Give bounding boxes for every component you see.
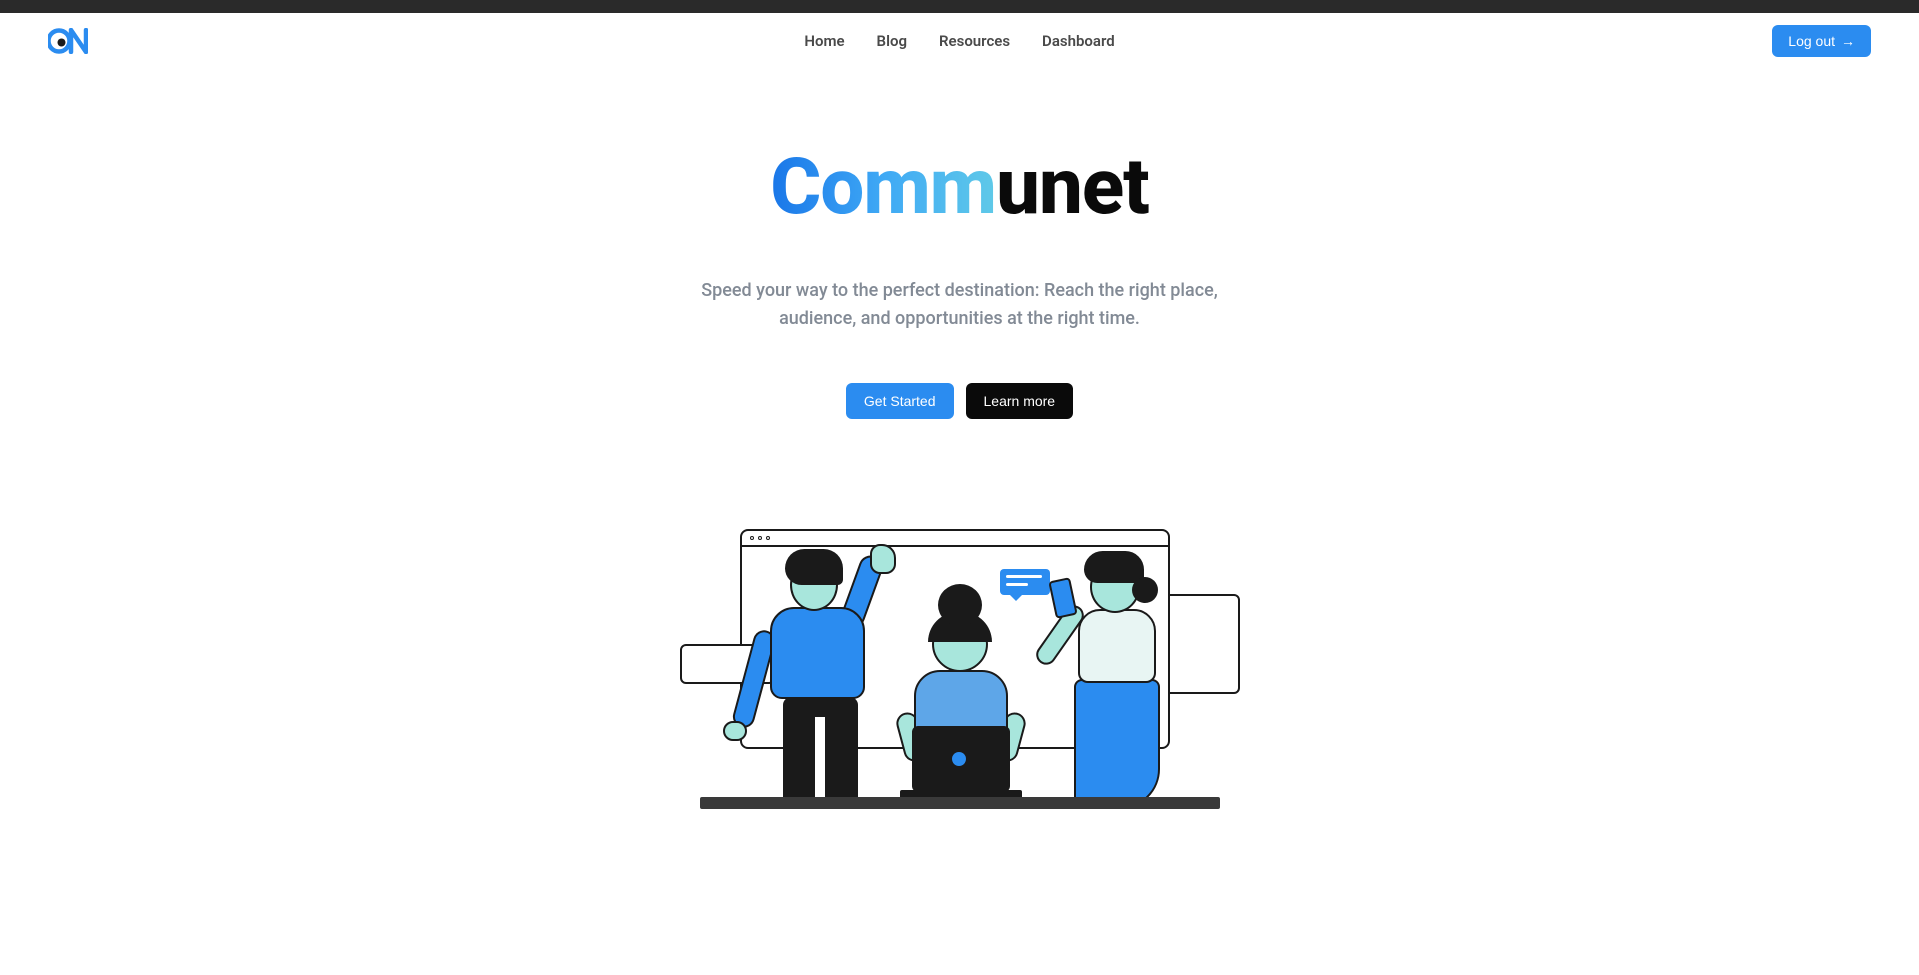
- site-logo[interactable]: [48, 28, 88, 54]
- illus-person-waving: [735, 549, 895, 809]
- hero-subtitle: Speed your way to the perfect destinatio…: [700, 277, 1220, 333]
- hero-title-plain: unet: [996, 142, 1149, 233]
- hero-title: Communet: [770, 149, 1149, 227]
- window-dot-icon: [750, 536, 754, 540]
- hero-section: Communet Speed your way to the perfect d…: [0, 69, 1919, 809]
- nav-blog[interactable]: Blog: [877, 32, 907, 50]
- browser-tab-bar: [0, 0, 1919, 13]
- speech-line: [1006, 575, 1042, 578]
- illus-ground: [700, 797, 1220, 809]
- nav-resources[interactable]: Resources: [939, 32, 1010, 50]
- learn-more-button[interactable]: Learn more: [966, 383, 1074, 419]
- arrow-right-icon: →: [1841, 33, 1855, 49]
- nav-dashboard[interactable]: Dashboard: [1042, 32, 1115, 50]
- illus-window-controls: [742, 531, 1168, 547]
- logout-button-label: Log out: [1788, 33, 1835, 49]
- illus-person-phone: [1050, 549, 1200, 809]
- hero-cta-group: Get Started Learn more: [846, 383, 1073, 419]
- logout-button[interactable]: Log out →: [1772, 25, 1871, 57]
- hero-illustration: [680, 529, 1240, 809]
- illus-person-laptop: [890, 584, 1050, 809]
- site-header: Home Blog Resources Dashboard Log out →: [0, 13, 1919, 69]
- nav-home[interactable]: Home: [804, 32, 844, 50]
- window-dot-icon: [766, 536, 770, 540]
- get-started-button[interactable]: Get Started: [846, 383, 954, 419]
- hero-title-gradient: Comm: [770, 142, 996, 233]
- window-dot-icon: [758, 536, 762, 540]
- main-nav: Home Blog Resources Dashboard: [804, 32, 1114, 50]
